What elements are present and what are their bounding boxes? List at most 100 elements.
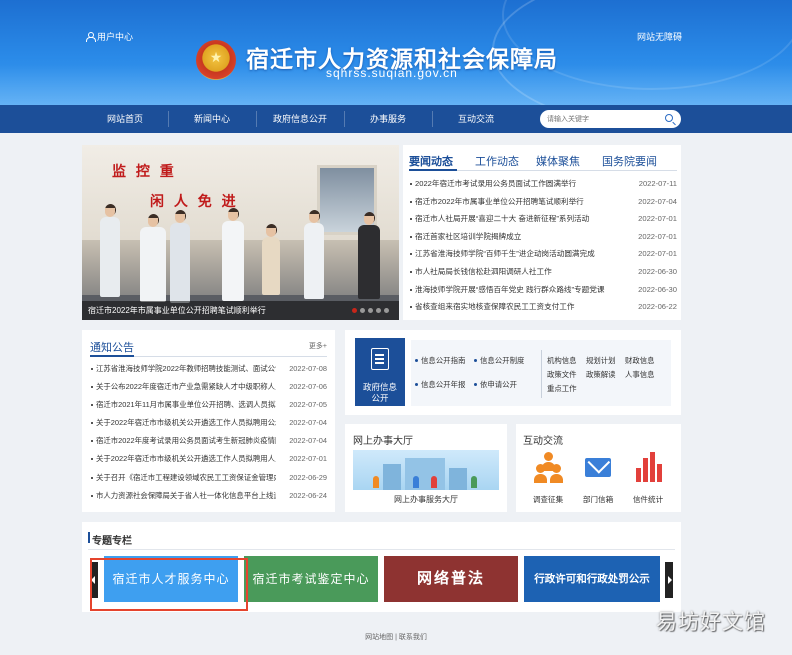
tab-work-news[interactable]: 工作动态 (475, 153, 519, 169)
notice-item-title: 市人力资源社会保障局关于省人社一体化信息平台上线运行的通告 (96, 490, 276, 500)
notice-panel: 通知公告 更多+ 江苏省淮海技师学院2022年教师招聘技能测试、面试公告 2022… (82, 330, 335, 512)
news-item[interactable]: 宿迁市人社局开展“喜迎二十大 奋进新征程”系列活动 2022-07-01 (409, 210, 677, 228)
watermark: 易坊好文馆 (656, 611, 766, 634)
tab-headline-news[interactable]: 要闻动态 (409, 153, 453, 169)
nav-item-gov-info[interactable]: 政府信息公开 (257, 105, 343, 133)
gov-links-divider (541, 350, 542, 398)
online-hall-panel: 网上办事大厅 网上办事服务大厅 (345, 424, 507, 512)
site-domain: sqhrss.suqian.gov.cn (326, 66, 458, 80)
nav-item-news[interactable]: 新闻中心 (169, 105, 255, 133)
notice-item-title: 关于2022年宿迁市市级机关公开遴选工作人员拟聘用公示 (96, 418, 276, 428)
list-bullet-icon (91, 422, 93, 425)
exam-appraisal-center-button[interactable]: 宿迁市考试鉴定中心 (244, 556, 378, 602)
tab-state-council-news[interactable]: 国务院要闻 (602, 153, 657, 169)
online-hall-caption[interactable]: 网上办事服务大厅 (353, 494, 499, 505)
news-item[interactable]: 淮海技师学院开展“感悟百年党史 践行群众路线”专题党课 2022-06-30 (409, 281, 677, 299)
gov-info-panel: 政府信息 公开 信息公开指南 信息公开制度 信息公开年报 依申请公开 机构信息 … (345, 330, 681, 415)
news-item[interactable]: 江苏省淮海技师学院“百师千生”进企动岗活动圆满完成 2022-07-01 (409, 245, 677, 263)
notice-item[interactable]: 关于召开《宿迁市工程建设领域农民工工资保证金管理办法》座谈会 2022-06-29 (90, 469, 327, 487)
slider-photo-person (262, 224, 280, 295)
notice-item[interactable]: 关于2022年宿迁市市级机关公开遴选工作人员拟聘用公示 2022-07-04 (90, 414, 327, 432)
carousel-next-arrow-icon[interactable] (665, 562, 673, 598)
news-item[interactable]: 宿迁市2022年市属事业单位公开招聘笔试顺利举行 2022-07-04 (409, 193, 677, 211)
list-bullet-icon (410, 306, 412, 309)
user-center-link[interactable]: 用户中心 (86, 30, 133, 43)
search-input[interactable] (547, 113, 657, 125)
link-bullet-icon (415, 359, 418, 362)
gov-link-policy-interpretation[interactable]: 政策解读 (586, 369, 616, 380)
letter-statistics-button[interactable]: 信件统计 (626, 450, 670, 508)
slider-dot[interactable] (368, 308, 373, 313)
department-mailbox-label: 部门信箱 (582, 495, 614, 504)
gov-link-guide[interactable]: 信息公开指南 (421, 355, 465, 366)
gov-link-personnel[interactable]: 人事信息 (625, 369, 655, 380)
slider-photo-person (304, 210, 324, 299)
notice-item[interactable]: 关于2022年宿迁市市级机关公开遴选工作人员拟聘用人员公示 2022-07-01 (90, 450, 327, 468)
gov-link-key-work[interactable]: 重点工作 (547, 383, 577, 394)
news-item-date: 2022-06-30 (638, 266, 677, 276)
list-bullet-icon (410, 183, 412, 185)
slider-dot[interactable] (352, 308, 357, 313)
notice-item-date: 2022-06-24 (289, 490, 327, 500)
notice-item[interactable]: 宿迁市2022年度考试录用公务员面试考生新冠肺炎疫情防控须知 2022-07-04 (90, 432, 327, 450)
person-illustration (373, 476, 379, 488)
admin-permit-penalty-button[interactable]: 行政许可和行政处罚公示 (524, 556, 660, 602)
notice-more-link[interactable]: 更多+ (309, 341, 327, 351)
gov-link-on-request[interactable]: 依申请公开 (480, 379, 517, 390)
slider-caption[interactable]: 宿迁市2022年市属事业单位公开招聘笔试顺利举行 (88, 305, 266, 316)
slider-photo-person (100, 204, 120, 297)
news-item-date: 2022-07-01 (638, 214, 677, 224)
gov-link-annual-report[interactable]: 信息公开年报 (421, 379, 465, 390)
gov-link-system[interactable]: 信息公开制度 (480, 355, 524, 366)
online-law-education-button[interactable]: 网络普法 (384, 556, 518, 602)
notice-title: 通知公告 (90, 342, 134, 354)
survey-collection-label: 调查征集 (532, 495, 564, 504)
search-box (540, 110, 681, 128)
interaction-panel: 互动交流 调查征集 部门信箱 信件统计 (516, 424, 681, 512)
user-center-label: 用户中心 (97, 32, 134, 42)
active-tab-indicator (409, 169, 457, 171)
news-item[interactable]: 省核查组来宿实地核查保障农民工工资支付工作 2022-06-22 (409, 298, 677, 316)
news-item[interactable]: 市人社局局长钱信松赴泗阳调研人社工作 2022-06-30 (409, 263, 677, 281)
survey-collection-button[interactable]: 调查征集 (526, 450, 570, 508)
photo-slider[interactable]: 监 控 重 闲 人 免 进 (82, 145, 399, 320)
news-item-date: 2022-06-30 (638, 284, 677, 294)
notice-title-underline (90, 355, 134, 357)
gov-link-org-info[interactable]: 机构信息 (547, 355, 577, 366)
news-list: 2022年宿迁市考试录用公务员面试工作圆满举行 2022-07-11 宿迁市2022… (409, 175, 677, 316)
national-emblem-icon (196, 40, 236, 80)
notice-item-title: 江苏省淮海技师学院2022年教师招聘技能测试、面试公告 (96, 364, 276, 373)
news-item-date: 2022-06-22 (638, 302, 677, 312)
list-bullet-icon (410, 288, 412, 291)
slider-dot[interactable] (384, 308, 389, 313)
gov-info-entry[interactable]: 政府信息 公开 (355, 338, 405, 406)
nav-item-interaction[interactable]: 互动交流 (433, 105, 519, 133)
news-item-title: 2022年宿迁市考试录用公务员面试工作圆满举行 (415, 179, 577, 188)
notice-item-date: 2022-07-08 (289, 364, 327, 373)
news-item[interactable]: 2022年宿迁市考试录用公务员面试工作圆满举行 2022-07-11 (409, 175, 677, 193)
online-hall-banner[interactable] (353, 450, 499, 490)
letter-statistics-label: 信件统计 (632, 495, 664, 504)
notice-item[interactable]: 江苏省淮海技师学院2022年教师招聘技能测试、面试公告 2022-07-08 (90, 360, 327, 378)
nav-item-home[interactable]: 网站首页 (82, 105, 168, 133)
gov-link-finance[interactable]: 财政信息 (625, 355, 655, 366)
notice-item[interactable]: 关于公布2022年度宿迁市产业急需紧缺人才中级职称人员名单 2022-07-06 (90, 378, 327, 396)
notice-item[interactable]: 市人力资源社会保障局关于省人社一体化信息平台上线运行的通告 2022-06-24 (90, 487, 327, 505)
slider-dot[interactable] (376, 308, 381, 313)
notice-item[interactable]: 宿迁市2021年11月市属事业单位公开招聘、选调人员拟聘用公示 2022-07-0… (90, 396, 327, 414)
news-item-title: 宿迁首家社区培训学院揭牌成立 (415, 231, 522, 241)
news-item[interactable]: 宿迁首家社区培训学院揭牌成立 2022-07-01 (409, 228, 677, 246)
list-bullet-icon (410, 270, 412, 273)
news-item-title: 淮海技师学院开展“感悟百年党史 践行群众路线”专题党课 (415, 284, 605, 294)
slider-dot[interactable] (360, 308, 365, 313)
search-icon[interactable] (665, 114, 673, 122)
tab-media-focus[interactable]: 媒体聚焦 (536, 153, 580, 169)
accessibility-link[interactable]: 网站无障碍 (637, 30, 682, 43)
gov-link-plans[interactable]: 规划计划 (586, 355, 616, 366)
notice-item-date: 2022-07-04 (289, 418, 327, 428)
list-bullet-icon (91, 476, 93, 479)
notice-item-title: 关于召开《宿迁市工程建设领域农民工工资保证金管理办法》座谈会 (96, 472, 276, 482)
gov-link-policy-docs[interactable]: 政策文件 (547, 369, 577, 380)
department-mailbox-button[interactable]: 部门信箱 (576, 450, 620, 508)
nav-item-services[interactable]: 办事服务 (345, 105, 431, 133)
